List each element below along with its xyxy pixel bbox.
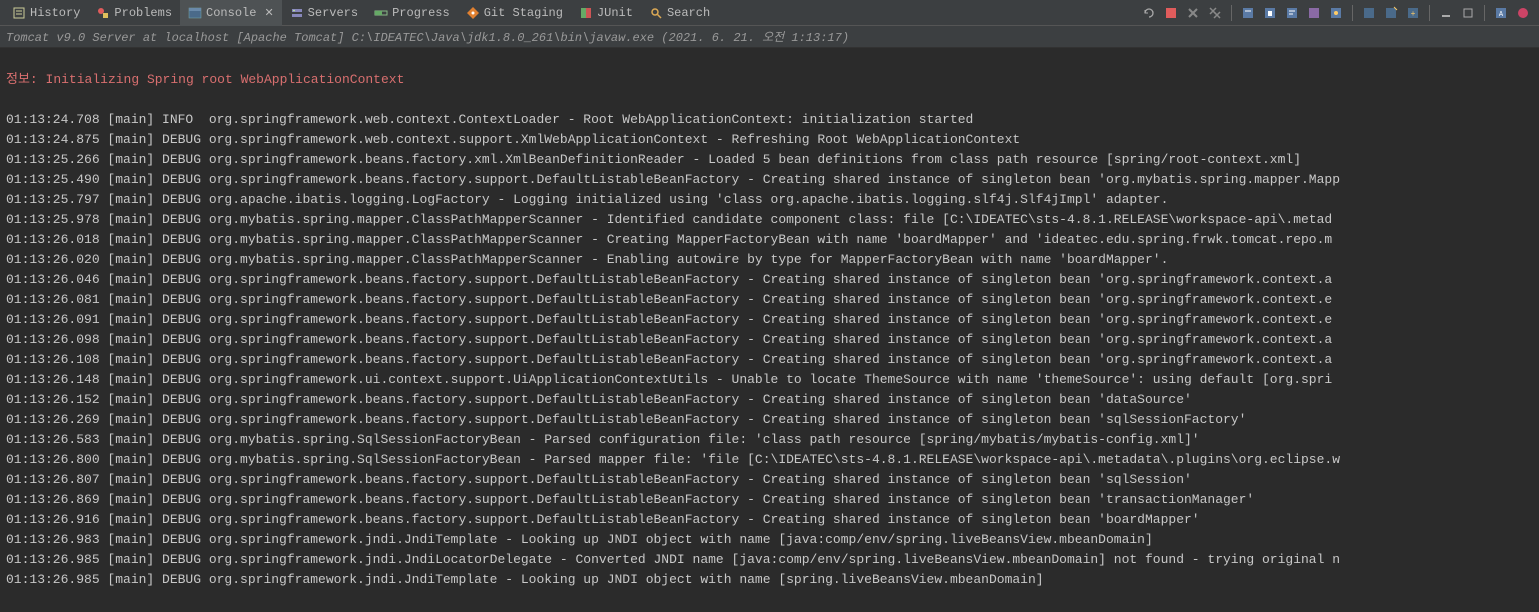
- log-line: 01:13:25.978 [main] DEBUG org.mybatis.sp…: [6, 210, 1533, 230]
- log-line: 01:13:25.490 [main] DEBUG org.springfram…: [6, 170, 1533, 190]
- console-toolbar: + A: [1141, 5, 1539, 21]
- open-console-icon[interactable]: [1383, 5, 1399, 21]
- tab-problems[interactable]: Problems: [88, 0, 180, 26]
- log-line: 01:13:26.985 [main] DEBUG org.springfram…: [6, 550, 1533, 570]
- log-line: 01:13:26.046 [main] DEBUG org.springfram…: [6, 270, 1533, 290]
- log-line: 01:13:26.148 [main] DEBUG org.springfram…: [6, 370, 1533, 390]
- log-line: 01:13:26.869 [main] DEBUG org.springfram…: [6, 490, 1533, 510]
- terminate-icon[interactable]: [1163, 5, 1179, 21]
- log-line: 01:13:26.269 [main] DEBUG org.springfram…: [6, 410, 1533, 430]
- svg-text:+: +: [1411, 10, 1416, 19]
- tab-label: Git Staging: [484, 6, 563, 20]
- divider: [1484, 5, 1485, 21]
- tab-label: Progress: [392, 6, 450, 20]
- log-line: 01:13:26.800 [main] DEBUG org.mybatis.sp…: [6, 450, 1533, 470]
- scroll-lock-icon[interactable]: [1262, 5, 1278, 21]
- close-icon[interactable]: ✕: [264, 6, 273, 20]
- word-wrap-icon[interactable]: [1284, 5, 1300, 21]
- log-line: 01:13:26.020 [main] DEBUG org.mybatis.sp…: [6, 250, 1533, 270]
- tab-git-staging[interactable]: Git Staging: [458, 0, 571, 26]
- log-line: 01:13:26.916 [main] DEBUG org.springfram…: [6, 510, 1533, 530]
- tab-history[interactable]: History: [4, 0, 88, 26]
- tab-label: Console: [206, 6, 256, 20]
- tab-console[interactable]: Console ✕: [180, 0, 282, 26]
- tab-label: JUnit: [597, 6, 633, 20]
- tab-junit[interactable]: JUnit: [571, 0, 641, 26]
- log-line: 01:13:26.152 [main] DEBUG org.springfram…: [6, 390, 1533, 410]
- view-tabbar: History Problems Console ✕ Servers Progr…: [0, 0, 1539, 26]
- divider: [1429, 5, 1430, 21]
- tab-label: History: [30, 6, 80, 20]
- minimize-icon[interactable]: [1438, 5, 1454, 21]
- refresh-icon[interactable]: [1141, 5, 1157, 21]
- problems-icon: [96, 6, 110, 20]
- console-icon: [188, 6, 202, 20]
- log-line: 01:13:26.098 [main] DEBUG org.springfram…: [6, 330, 1533, 350]
- log-line: 01:13:26.018 [main] DEBUG org.mybatis.sp…: [6, 230, 1533, 250]
- display-selected-icon[interactable]: [1361, 5, 1377, 21]
- log-line: 정보: Initializing Spring root WebApplicat…: [6, 70, 1533, 90]
- log-line: 01:13:26.091 [main] DEBUG org.springfram…: [6, 310, 1533, 330]
- tab-label: Problems: [114, 6, 172, 20]
- maximize-icon[interactable]: [1460, 5, 1476, 21]
- tab-label: Servers: [308, 6, 358, 20]
- tab-search[interactable]: Search: [641, 0, 718, 26]
- log-line: 01:13:25.266 [main] DEBUG org.springfram…: [6, 150, 1533, 170]
- progress-icon: [374, 6, 388, 20]
- log-line: 01:13:26.983 [main] DEBUG org.springfram…: [6, 530, 1533, 550]
- console-output[interactable]: 정보: Initializing Spring root WebApplicat…: [0, 48, 1539, 612]
- tab-label: Search: [667, 6, 710, 20]
- log-line: 01:13:26.807 [main] DEBUG org.springfram…: [6, 470, 1533, 490]
- divider: [1231, 5, 1232, 21]
- show-when-write-icon[interactable]: [1306, 5, 1322, 21]
- log-line: 01:13:26.108 [main] DEBUG org.springfram…: [6, 350, 1533, 370]
- divider: [1352, 5, 1353, 21]
- clear-console-icon[interactable]: [1240, 5, 1256, 21]
- pin-console-icon[interactable]: [1328, 5, 1344, 21]
- ansi-toggle-icon[interactable]: A: [1493, 5, 1509, 21]
- new-console-icon[interactable]: +: [1405, 5, 1421, 21]
- history-icon: [12, 6, 26, 20]
- ansi-color-icon[interactable]: [1515, 5, 1531, 21]
- log-line: 01:13:26.081 [main] DEBUG org.springfram…: [6, 290, 1533, 310]
- git-icon: [466, 6, 480, 20]
- remove-all-icon[interactable]: [1207, 5, 1223, 21]
- log-line: 01:13:24.708 [main] INFO org.springframe…: [6, 110, 1533, 130]
- log-line: 01:13:26.985 [main] DEBUG org.springfram…: [6, 570, 1533, 590]
- log-line: 01:13:25.797 [main] DEBUG org.apache.iba…: [6, 190, 1533, 210]
- remove-launch-icon[interactable]: [1185, 5, 1201, 21]
- tab-progress[interactable]: Progress: [366, 0, 458, 26]
- servers-icon: [290, 6, 304, 20]
- log-line: 01:13:26.583 [main] DEBUG org.mybatis.sp…: [6, 430, 1533, 450]
- log-line: 01:13:24.875 [main] DEBUG org.springfram…: [6, 130, 1533, 150]
- search-icon: [649, 6, 663, 20]
- console-process-label: Tomcat v9.0 Server at localhost [Apache …: [0, 26, 1539, 48]
- tab-servers[interactable]: Servers: [282, 0, 366, 26]
- junit-icon: [579, 6, 593, 20]
